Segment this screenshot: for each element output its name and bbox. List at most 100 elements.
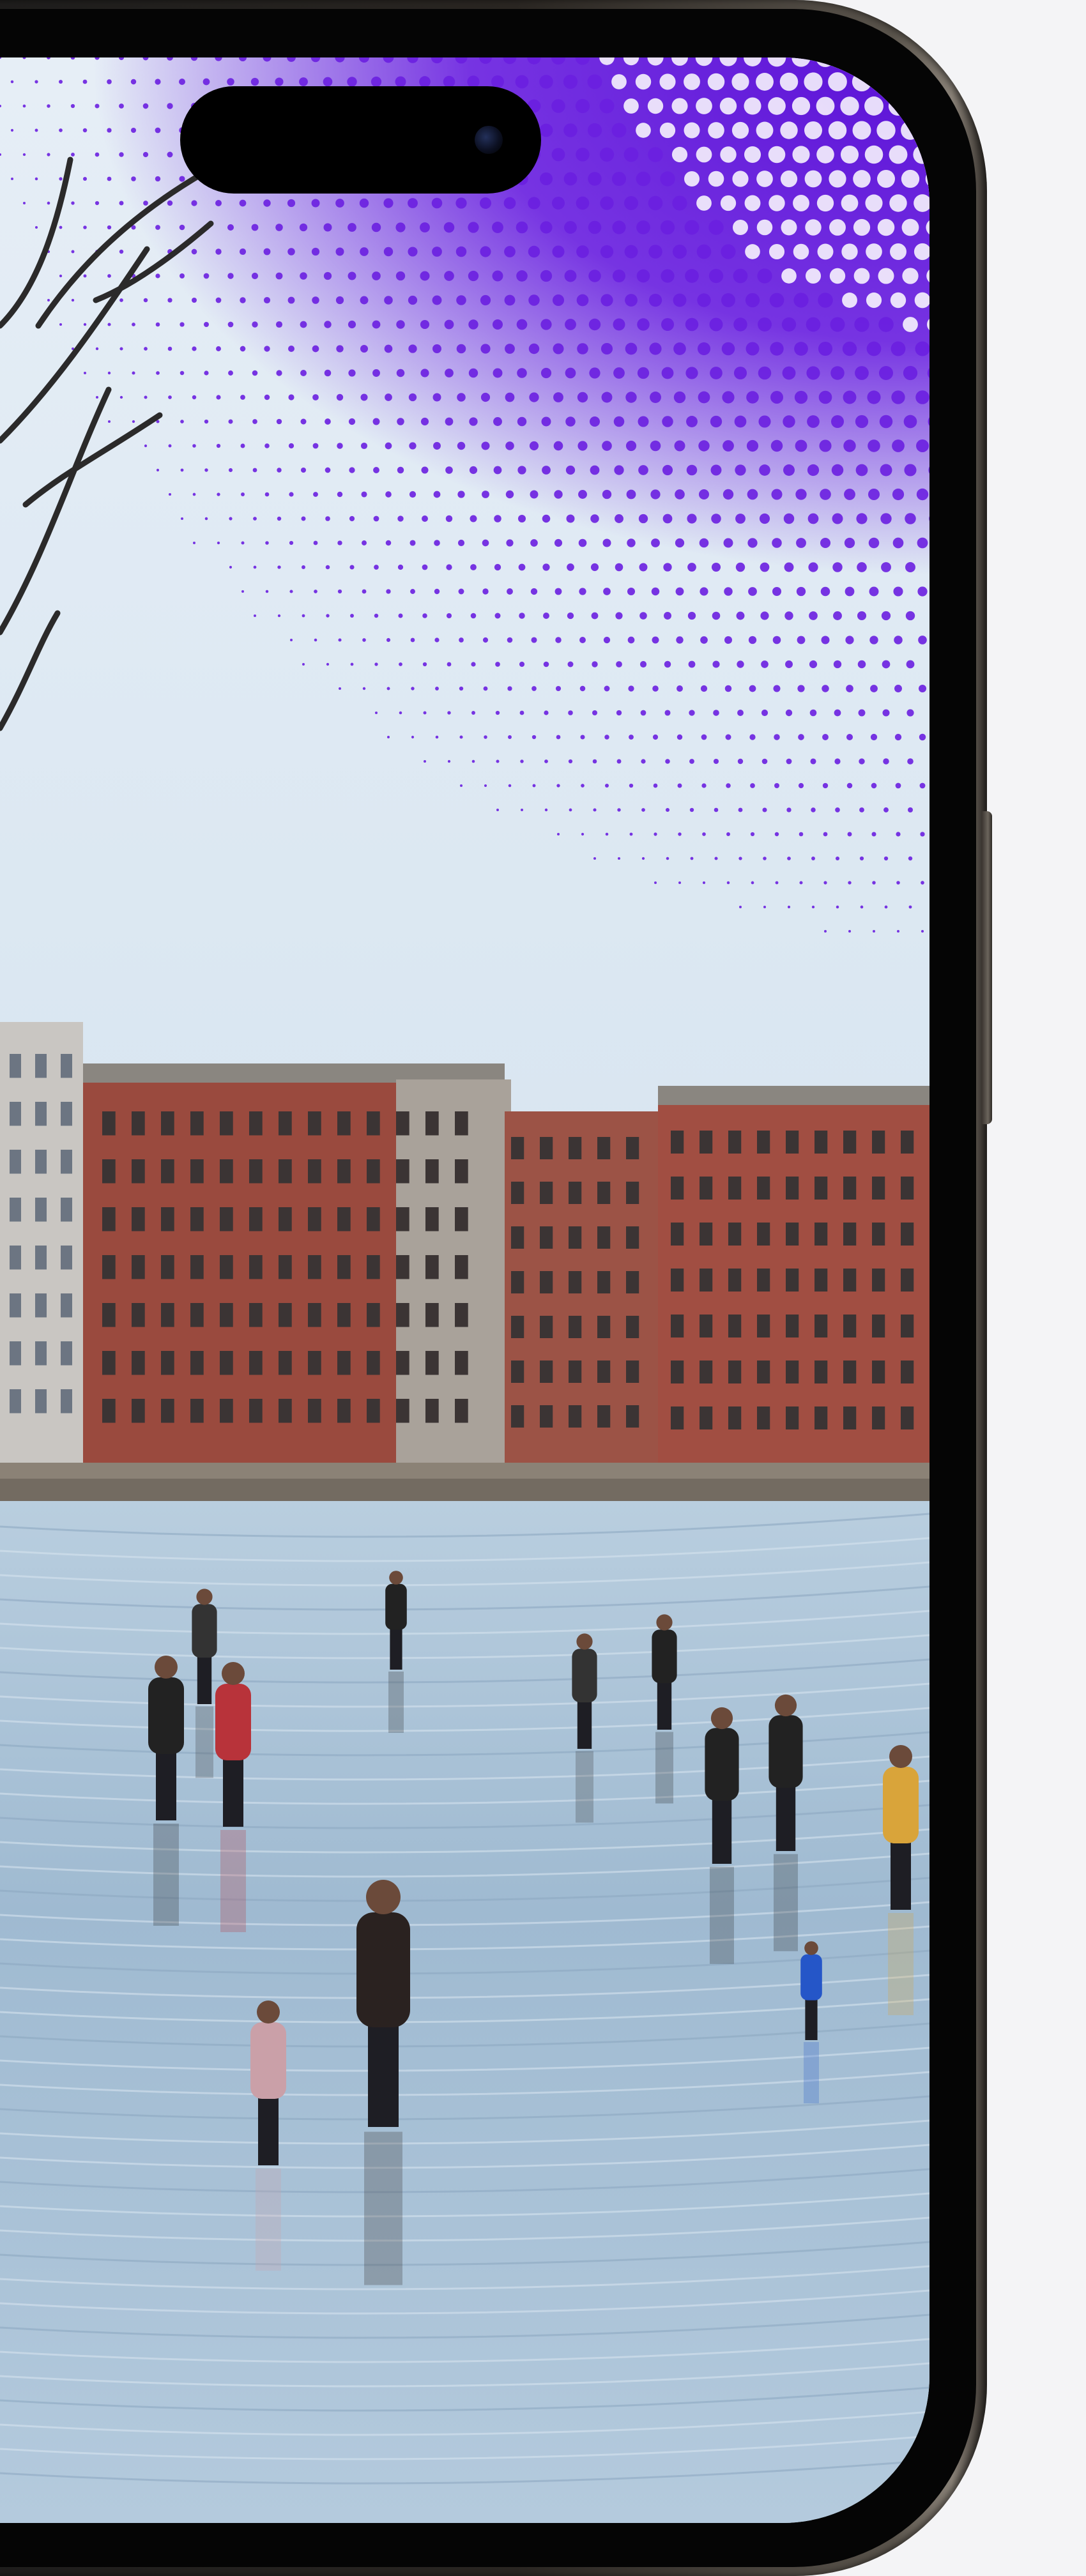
halftone-dot: [408, 295, 418, 305]
halftone-dot: [872, 881, 876, 885]
halftone-dot: [841, 243, 858, 260]
halftone-dot: [553, 343, 564, 354]
halftone-dot: [335, 247, 344, 256]
halftone-dot: [470, 515, 477, 522]
halftone-dot: [649, 342, 662, 355]
window: [814, 1406, 828, 1429]
halftone-dot: [263, 296, 271, 304]
halftone-dot: [396, 320, 405, 329]
halftone-dot: [399, 662, 402, 666]
window: [190, 1111, 204, 1136]
halftone-dot: [107, 79, 112, 84]
halftone-dot: [539, 123, 553, 137]
window: [249, 1111, 263, 1136]
halftone-dot: [483, 686, 488, 691]
halftone-dot: [724, 685, 732, 692]
halftone-dot: [373, 467, 379, 473]
halftone-dot: [811, 857, 815, 860]
halftone-dot: [770, 391, 783, 404]
halftone-dot: [84, 372, 86, 374]
halftone-dot: [397, 564, 404, 570]
halftone-dot: [520, 808, 524, 812]
halftone-dot: [95, 201, 100, 206]
window: [597, 1360, 611, 1383]
halftone-dot: [892, 488, 905, 501]
halftone-dot: [530, 490, 539, 499]
halftone-dot: [590, 465, 600, 475]
halftone-dot: [857, 611, 867, 621]
halftone-dot: [805, 268, 822, 284]
halftone-dot: [581, 784, 585, 788]
halftone-dot: [515, 75, 529, 89]
window: [337, 1303, 351, 1327]
window: [220, 1399, 233, 1423]
halftone-dot: [204, 468, 208, 472]
halftone-dot: [714, 857, 718, 860]
halftone-dot: [747, 538, 758, 548]
window: [35, 1198, 47, 1222]
halftone-dot: [687, 514, 697, 524]
halftone-dot: [481, 441, 490, 450]
halftone-dot: [493, 466, 502, 475]
halftone-dot: [799, 881, 803, 885]
halftone-dot: [758, 366, 772, 380]
halftone-dot: [59, 274, 63, 278]
window: [843, 1177, 857, 1200]
halftone-dot: [592, 759, 597, 764]
halftone-dot: [873, 930, 875, 933]
halftone-dot: [654, 881, 657, 884]
halftone-dot: [484, 735, 487, 739]
halftone-dot: [493, 417, 502, 426]
halftone-dot: [215, 297, 222, 303]
halftone-dot: [870, 733, 878, 741]
halftone-dot: [565, 319, 576, 330]
halftone-dot: [792, 96, 811, 116]
halftone-dot: [735, 464, 746, 476]
halftone-dot: [763, 857, 767, 860]
halftone-dot: [155, 225, 160, 230]
window: [337, 1255, 351, 1279]
halftone-dot: [673, 391, 686, 404]
window: [161, 1399, 174, 1423]
halftone-dot: [241, 541, 245, 545]
window: [279, 1159, 292, 1184]
halftone-dot: [495, 662, 500, 667]
halftone-dot: [204, 517, 208, 521]
halftone-dot: [698, 489, 710, 500]
halftone-dot: [71, 201, 75, 205]
halftone-dot: [528, 343, 540, 354]
halftone-dot: [181, 517, 183, 520]
window: [626, 1360, 639, 1383]
halftone-dot: [615, 514, 623, 523]
halftone-dot: [432, 344, 441, 353]
window: [901, 1177, 914, 1200]
halftone-dot: [251, 224, 259, 231]
halftone-dot: [774, 783, 779, 788]
halftone-dot: [408, 344, 417, 353]
halftone-dot: [82, 176, 88, 181]
halftone-dot: [589, 367, 600, 379]
halftone-dot: [616, 661, 622, 667]
halftone-dot: [747, 489, 758, 500]
halftone-dot: [760, 611, 769, 620]
halftone-dot: [323, 271, 332, 280]
window: [308, 1399, 321, 1423]
halftone-dot: [744, 97, 761, 115]
halftone-dot: [516, 221, 528, 234]
halftone-dot: [435, 687, 439, 690]
window: [425, 1255, 439, 1279]
halftone-dot: [785, 709, 793, 717]
window: [901, 1360, 914, 1383]
halftone-dot: [456, 344, 466, 354]
halftone-dot: [739, 906, 742, 908]
halftone-dot: [119, 201, 124, 206]
halftone-dot: [883, 758, 889, 765]
halftone-dot: [277, 468, 282, 473]
halftone-dot: [10, 128, 14, 132]
halftone-dot: [818, 390, 832, 404]
halftone-dot: [287, 296, 295, 304]
halftone-dot: [420, 319, 430, 330]
halftone-dot: [859, 807, 864, 812]
halftone-dot: [720, 146, 737, 163]
halftone-dot: [556, 735, 561, 740]
